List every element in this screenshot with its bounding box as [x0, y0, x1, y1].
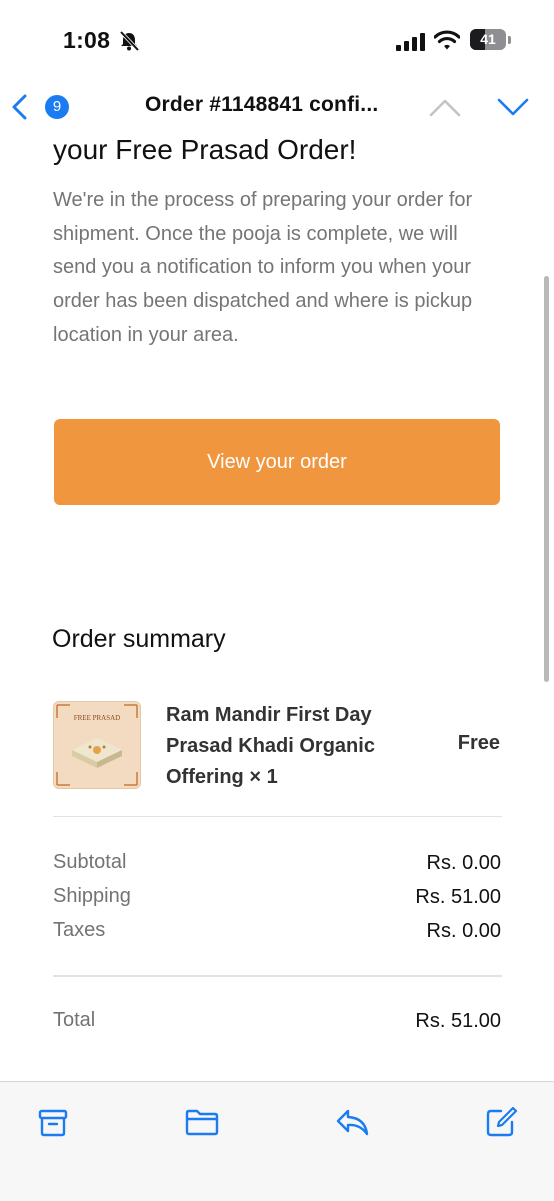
- scroll-indicator[interactable]: [544, 276, 549, 682]
- chevron-up-icon[interactable]: [428, 96, 462, 118]
- email-intro-text: We're in the process of preparing your o…: [53, 189, 473, 346]
- view-order-button[interactable]: View your order: [54, 419, 500, 505]
- chevron-down-icon[interactable]: [496, 96, 530, 118]
- archive-icon[interactable]: [35, 1104, 71, 1140]
- status-bar: 1:08 41: [0, 0, 554, 84]
- taxes-label: Taxes: [53, 919, 106, 941]
- signal-icon: [396, 33, 425, 51]
- bell-slash-icon: [119, 30, 140, 52]
- wifi-icon: [434, 30, 460, 50]
- battery-icon: 41: [470, 29, 506, 50]
- unread-count-badge[interactable]: 9: [45, 95, 69, 119]
- status-time: 1:08: [63, 27, 111, 53]
- mail-toolbar: [0, 1081, 554, 1201]
- back-chevron-icon[interactable]: [10, 94, 30, 120]
- folder-icon[interactable]: [184, 1104, 220, 1140]
- prasad-box-image: FREE PRASAD: [54, 702, 140, 788]
- compose-icon[interactable]: [483, 1104, 519, 1140]
- product-thumbnail: FREE PRASAD: [53, 701, 141, 789]
- order-summary-title: Order summary: [52, 625, 226, 653]
- email-heading: your Free Prasad Order!: [53, 134, 357, 165]
- email-subject-title: Order #1148841 confi...: [145, 93, 379, 116]
- product-name: Ram Mandir First Day Prasad Khadi Organi…: [166, 704, 375, 788]
- summary-divider: [53, 816, 502, 817]
- total-label: Total: [53, 1009, 96, 1031]
- reply-icon[interactable]: [334, 1104, 370, 1140]
- subtotal-value: Rs. 0.00: [426, 852, 501, 874]
- product-price: Free: [457, 732, 500, 754]
- thumb-caption: FREE PRASAD: [74, 714, 120, 722]
- taxes-value: Rs. 0.00: [426, 920, 501, 942]
- total-divider: [53, 975, 502, 977]
- battery-cap: [508, 36, 511, 44]
- total-value: Rs. 51.00: [415, 1010, 501, 1032]
- battery-percentage: 41: [480, 31, 496, 47]
- shipping-label: Shipping: [53, 885, 131, 907]
- mail-nav-bar: 9 Order #1148841 confi...: [0, 84, 554, 130]
- shipping-value: Rs. 51.00: [415, 886, 501, 908]
- email-body[interactable]: your Free Prasad Order! We're in the pro…: [0, 130, 554, 1080]
- subtotal-label: Subtotal: [53, 851, 127, 873]
